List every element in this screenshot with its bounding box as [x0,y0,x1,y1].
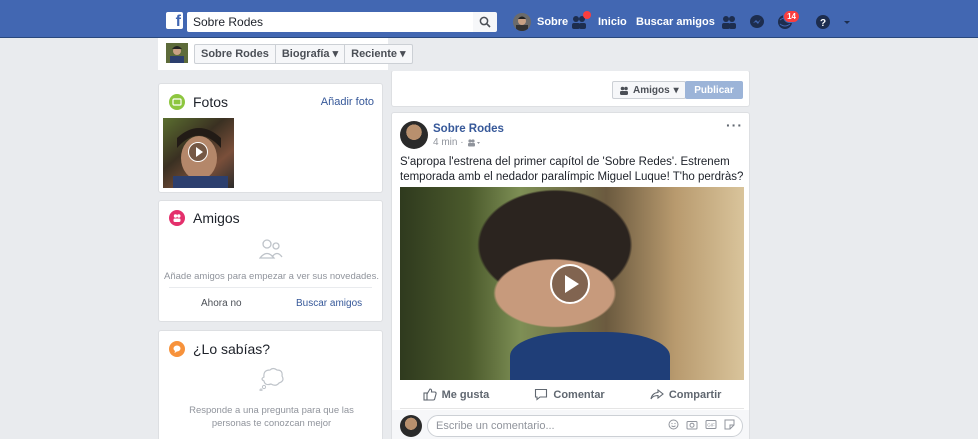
avatar[interactable] [166,43,188,63]
caret-down-icon[interactable] [842,17,852,27]
like-label: Me gusta [441,388,490,401]
thought-bubble-icon [259,367,284,391]
speech-bubble-icon [169,341,185,357]
friends-icon [169,210,185,226]
messenger-icon[interactable] [748,14,766,30]
comment-label: Comentar [553,388,605,401]
did-you-know-title: ¿Lo sabías? [193,341,271,357]
comment-button[interactable]: Comentar [534,388,605,401]
play-icon[interactable] [550,264,590,304]
svg-text:GIF: GIF [707,423,715,428]
avatar [513,13,531,31]
friends-icon[interactable] [720,14,738,30]
divider [169,287,372,288]
friends-card: Amigos Añade amigos para empezar a ver s… [158,200,383,322]
not-now-button[interactable]: Ahora no [201,298,242,309]
photo-thumbnail[interactable] [163,118,234,188]
nav-home-label: Inicio [598,16,627,28]
facebook-logo-icon[interactable]: f [166,12,183,30]
post-author-name[interactable]: Sobre Rodes [433,123,504,135]
search-input[interactable] [187,12,473,32]
video-frame-detail [510,332,670,380]
profile-sticky-header: Sobre Rodes Biografía ▾ Reciente ▾ [158,38,413,70]
commenter-avatar [400,415,422,437]
did-you-know-description: Responde a una pregunta para que las per… [189,405,354,429]
play-icon [188,142,208,162]
thumbs-up-icon [423,388,437,401]
sticker-icon[interactable] [724,419,735,430]
photos-card: Fotos Añadir foto [158,83,383,193]
audience-selector[interactable]: Amigos ▾ [612,81,686,99]
notifications-badge: 14 [783,10,800,23]
timeline-label: Biografía [281,48,330,60]
caret-down-icon: ▾ [673,84,679,96]
audience-label: Amigos [633,84,670,96]
nav-find-friends-link[interactable]: Buscar amigos [636,12,715,32]
recent-label: Reciente [351,48,397,60]
post-meta: 4 min · [433,137,481,148]
search-button[interactable] [473,12,497,32]
friends-title: Amigos [193,210,240,226]
new-indicator-dot [583,11,591,19]
top-navigation-bar: f Sobre Inicio Buscar amigos 14 ? [0,0,978,38]
post-composer-footer: Amigos ▾ Publicar [391,70,750,107]
friends-audience-icon[interactable] [467,138,481,147]
notifications-button[interactable]: 14 [776,10,800,30]
camera-icon[interactable] [686,419,698,430]
add-photo-link[interactable]: Añadir foto [321,96,374,108]
friend-requests-button[interactable] [570,11,591,32]
feed-post: Sobre Rodes 4 min · ··· S'apropa l'estre… [391,112,750,439]
people-outline-icon [259,239,283,259]
svg-text:?: ? [820,18,826,29]
search-icon [479,16,491,28]
emoji-icon[interactable] [668,419,679,430]
share-label: Compartir [668,388,722,401]
nav-home-link[interactable]: Inicio [598,12,627,32]
comment-composer: GIF [392,410,749,439]
profile-name-button[interactable]: Sobre Rodes [195,45,276,63]
author-avatar[interactable] [400,121,428,149]
publish-button[interactable]: Publicar [685,81,743,99]
nav-find-friends-label: Buscar amigos [636,16,715,28]
friends-icon [620,86,628,95]
nav-profile-name: Sobre [537,16,569,28]
post-actions: Me gusta Comentar Compartir [400,381,744,409]
profile-tab-group: Sobre Rodes Biografía ▾ Reciente ▾ [194,44,413,64]
gif-icon[interactable]: GIF [705,419,717,430]
post-options-icon[interactable]: ··· [726,117,743,133]
comment-icon [535,388,548,401]
did-you-know-card: ¿Lo sabías? Responde a una pregunta para… [158,330,383,439]
nav-icon-group: 14 ? [720,10,852,32]
photos-title: Fotos [193,94,229,110]
share-icon [650,388,664,400]
find-friends-link[interactable]: Buscar amigos [296,298,362,309]
post-timestamp[interactable]: 4 min · [433,137,464,148]
post-video[interactable] [400,187,744,380]
friends-description: Añade amigos para empezar a ver sus nove… [164,271,379,282]
nav-profile-link[interactable]: Sobre [513,12,568,32]
photos-icon [169,94,185,110]
like-button[interactable]: Me gusta [423,388,490,401]
recent-dropdown[interactable]: Reciente ▾ [345,45,411,63]
share-button[interactable]: Compartir [650,388,722,401]
post-text: S'apropa l'estrena del primer capítol de… [400,156,744,183]
comment-tools: GIF [668,419,735,430]
help-icon[interactable]: ? [814,14,832,30]
timeline-dropdown[interactable]: Biografía ▾ [276,45,346,63]
